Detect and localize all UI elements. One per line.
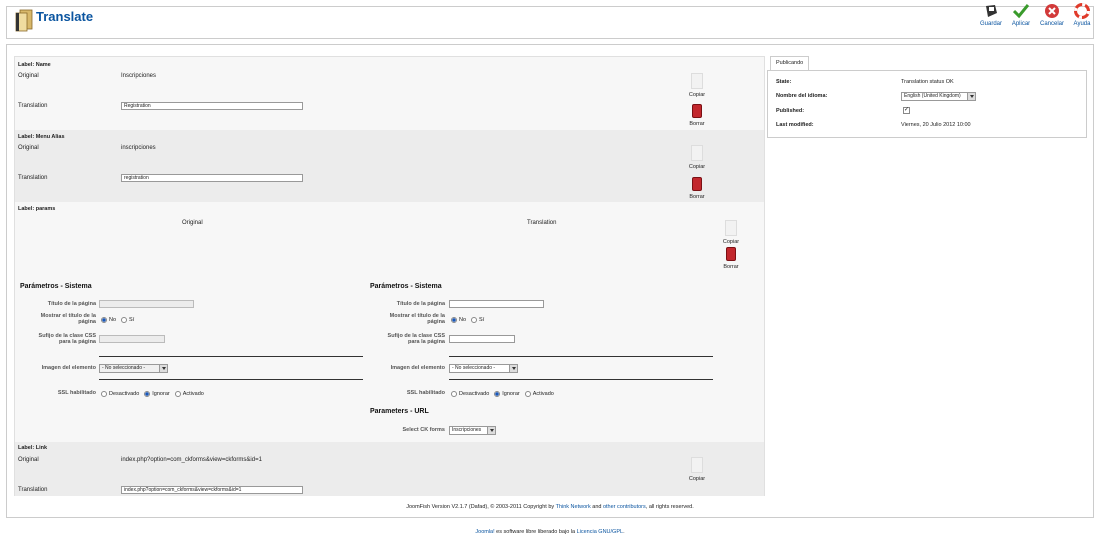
license-link[interactable]: Licencia GNU/GPL (577, 529, 623, 535)
show-title-label: Mostrar el título de la página (389, 313, 445, 325)
delete-button[interactable]: Borrar (685, 177, 709, 200)
page-title-input-original (99, 300, 194, 308)
column-translation: Translation (527, 220, 557, 226)
field-label: Label: params (18, 206, 56, 212)
modified-label: Last modified: (776, 122, 814, 128)
translation-input[interactable]: registration (121, 174, 303, 182)
contributors-link[interactable]: other contributors (603, 504, 646, 510)
checkmark-icon (1012, 3, 1030, 19)
apply-label: Aplicar (1011, 21, 1031, 27)
params-system-title: Parámetros - Sistema (370, 283, 442, 290)
page-icon (691, 145, 703, 161)
published-label: Published: (776, 108, 805, 114)
lifebuoy-icon (1074, 3, 1090, 19)
page-title-label: Título de la página (396, 301, 445, 307)
image-select-original: - No seleccionado - (99, 364, 168, 373)
params-url-title: Parameters - URL (370, 408, 429, 415)
toolbar (6, 6, 1094, 39)
page-icon (691, 73, 703, 89)
cancel-label: Cancelar (1039, 21, 1064, 27)
css-suffix-input[interactable] (449, 335, 515, 343)
state-value: Translation status OK (901, 79, 954, 85)
state-label: State: (776, 79, 792, 85)
copy-button[interactable]: Copiar (685, 457, 709, 482)
page-title-input[interactable] (449, 300, 544, 308)
ssl-label: SSL habilitado (406, 390, 445, 396)
trash-icon (692, 104, 702, 118)
image-label: Imagen del elemento (41, 365, 96, 371)
divider (449, 356, 713, 357)
trash-icon (692, 177, 702, 191)
page-title: Translate (36, 9, 94, 24)
field-label: Label: Menu Alias (18, 134, 65, 140)
think-network-link[interactable]: Think Network (556, 504, 591, 510)
field-label: Label: Link (18, 445, 48, 451)
trash-icon (726, 247, 736, 261)
publish-panel: Publicando State: Translation status OK … (767, 56, 1087, 138)
joomla-link[interactable]: Joomla! (475, 529, 494, 535)
translate-icon (14, 9, 34, 32)
field-label: Label: Name (18, 62, 51, 68)
translation-label: Translation (18, 175, 48, 181)
original-label: Original (18, 145, 39, 151)
divider (99, 379, 363, 380)
ck-forms-label: Select CK forms (402, 427, 446, 433)
ssl-radios-original: Desactivado Ignorar Activado (101, 391, 209, 398)
divider (99, 356, 363, 357)
cancel-button[interactable]: Cancelar (1038, 3, 1066, 27)
copy-button[interactable]: Copiar (685, 73, 709, 98)
ck-forms-select[interactable]: Inscripciones (449, 426, 496, 435)
show-title-label: Mostrar el título de la página (40, 313, 96, 325)
field-link-section: Label: Link Original index.php?option=co… (15, 442, 764, 496)
css-suffix-label: Sufijo de la clase CSS para la página (387, 333, 445, 345)
translation-label: Translation (18, 487, 48, 493)
original-label: Original (18, 73, 39, 79)
params-system-title: Parámetros - Sistema (20, 283, 92, 290)
delete-button[interactable]: Borrar (719, 247, 743, 270)
original-label: Original (18, 457, 39, 463)
language-select[interactable]: English (United Kingdom) (901, 92, 976, 101)
apply-button[interactable]: Aplicar (1008, 3, 1034, 27)
css-suffix-input-original (99, 335, 165, 343)
css-suffix-label: Sufijo de la clase CSS para la página (38, 333, 96, 345)
copy-button[interactable]: Copiar (719, 220, 743, 245)
original-value: inscripciones (121, 145, 156, 151)
page-icon (725, 220, 737, 236)
save-label: Guardar (979, 21, 1002, 27)
original-value: index.php?option=com_ckforms&view=ckform… (121, 457, 262, 463)
page-title-label: Título de la página (47, 301, 96, 307)
translation-label: Translation (18, 103, 48, 109)
image-select[interactable]: - No seleccionado - (449, 364, 518, 373)
version-footer: JoomFish Version V2.1.7 (Dafad), © 2003-… (406, 504, 694, 510)
tab-publicando[interactable]: Publicando (770, 56, 810, 70)
help-label: Ayuda (1073, 21, 1091, 27)
image-label: Imagen del elemento (390, 365, 445, 371)
copy-button[interactable]: Copiar (685, 145, 709, 170)
help-button[interactable]: Ayuda (1069, 3, 1095, 27)
joomla-footer: Joomla! es software libre liberado bajo … (475, 529, 625, 535)
show-title-radios-original: No Sí (101, 317, 139, 324)
show-title-radios[interactable]: No Sí (451, 317, 489, 324)
translation-input[interactable]: Registration (121, 102, 303, 110)
published-checkbox[interactable]: ✓ (903, 107, 910, 114)
original-value: Inscripciones (121, 73, 157, 79)
ssl-radios[interactable]: Desactivado Ignorar Activado (451, 391, 559, 398)
save-icon (983, 3, 999, 19)
cancel-icon (1044, 3, 1060, 19)
page-icon (691, 457, 703, 473)
field-name-section: Label: Name Original Inscripciones Trans… (15, 57, 764, 130)
translation-table: Label: Name Original Inscripciones Trans… (14, 56, 765, 496)
ssl-label: SSL habilitado (57, 390, 96, 396)
save-button[interactable]: Guardar (978, 3, 1004, 27)
field-params-section: Label: params Original Translation Copia… (15, 202, 764, 442)
publish-box: State: Translation status OK Nombre del … (767, 70, 1087, 138)
delete-button[interactable]: Borrar (685, 104, 709, 127)
divider (449, 379, 713, 380)
field-alias-section: Label: Menu Alias Original inscripciones… (15, 130, 764, 202)
column-original: Original (182, 220, 203, 226)
language-label: Nombre del idioma: (776, 93, 828, 99)
modified-value: Viernes, 20 Julio 2012 10:00 (901, 122, 971, 128)
translation-input[interactable]: index.php?option=com_ckforms&view=ckform… (121, 486, 303, 494)
